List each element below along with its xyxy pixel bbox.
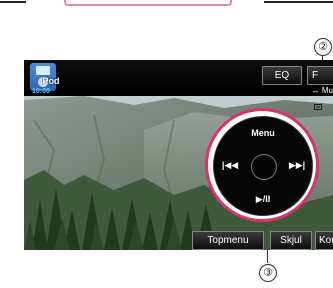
function-button[interactable]: F [307, 66, 333, 85]
hide-button[interactable]: Skjul [270, 231, 312, 250]
callout-3: ③ [259, 264, 277, 282]
bottom-bar: Topmenu Skjul Kor [24, 228, 333, 250]
top-rule-left [0, 1, 26, 3]
eq-button[interactable]: EQ [262, 66, 302, 85]
play-pause-button[interactable]: ▶/II [214, 194, 312, 205]
ipod-screen: iPod 10:00 EQ F ↔ Mu Menu |◀◀ ▶▶| ▶/II T… [24, 60, 333, 250]
center-button[interactable] [251, 154, 277, 180]
control-pad[interactable]: Menu |◀◀ ▶▶| ▶/II [213, 116, 313, 216]
callout-3-leader [267, 250, 268, 263]
top-rule-right [264, 1, 333, 3]
mode-indicator: ↔ Mu [311, 86, 333, 95]
controller-highlight: Menu |◀◀ ▶▶| ▶/II [205, 108, 319, 222]
topmenu-button[interactable]: Topmenu [192, 231, 264, 250]
next-track-button[interactable]: ▶▶| [287, 160, 307, 171]
prev-track-button[interactable]: |◀◀ [221, 160, 239, 171]
status-bar: iPod 10:00 EQ F ↔ Mu [24, 60, 333, 96]
menu-button[interactable]: Menu [214, 128, 312, 138]
more-button[interactable]: Kor [315, 231, 333, 250]
top-frame [0, 0, 333, 16]
callout-2: ② [314, 38, 332, 56]
aspect-icon [314, 104, 322, 110]
source-label: iPod [40, 76, 60, 86]
clock: 10:00 [32, 88, 50, 95]
highlight-frame [64, 0, 232, 6]
